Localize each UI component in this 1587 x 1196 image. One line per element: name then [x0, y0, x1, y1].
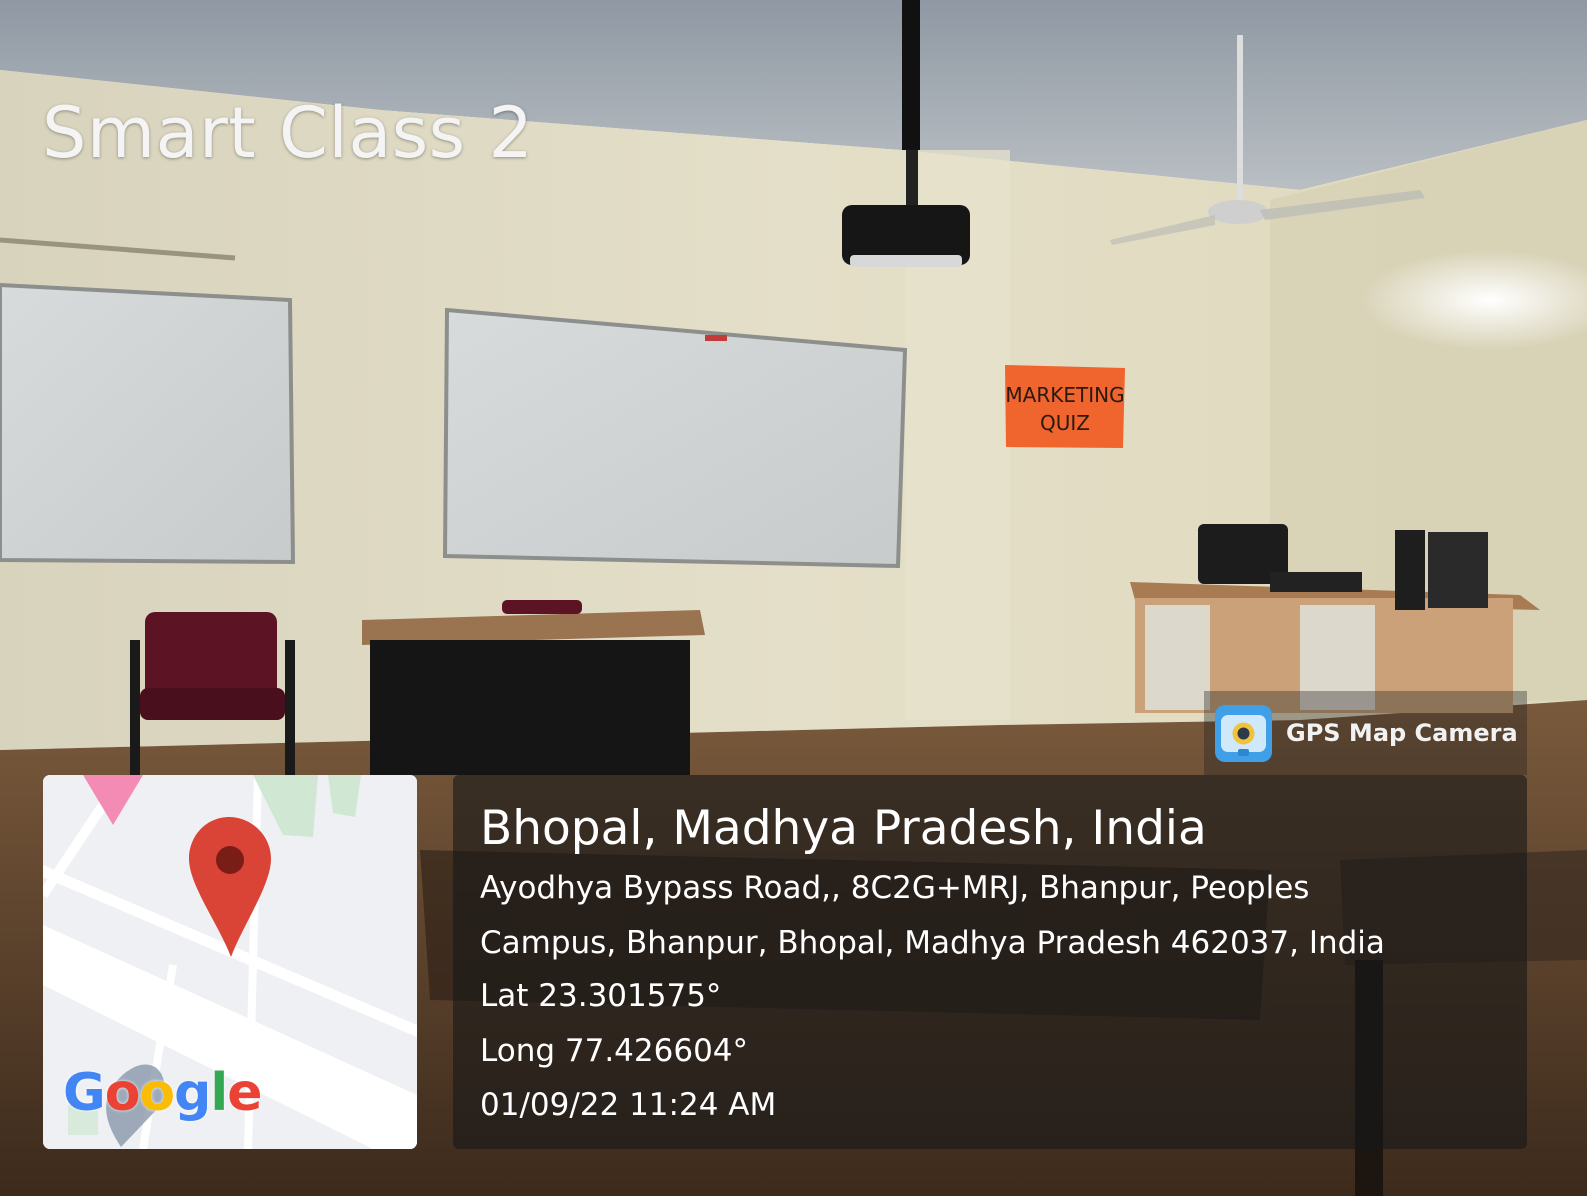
marketing-quiz-poster: MARKETING QUIZ [1005, 365, 1125, 448]
address-line-1: Ayodhya Bypass Road,, 8C2G+MRJ, Bhanpur,… [480, 870, 1310, 906]
svg-text:MARKETING: MARKETING [1005, 383, 1124, 407]
location-city: Bhopal, Madhya Pradesh, India [480, 801, 1207, 856]
longitude: Long 77.426604° [480, 1033, 749, 1069]
photo-title: Smart Class 2 [42, 92, 534, 174]
gps-map-camera-app-icon [1215, 704, 1272, 762]
location-map-thumbnail: Google [43, 775, 417, 1149]
latitude: Lat 23.301575° [480, 978, 722, 1014]
photo-frame: MARKETING QUIZ Smart Class 2 GPS Map Cam… [0, 0, 1587, 1196]
date-time: 01/09/22 11:24 AM [480, 1087, 777, 1123]
gps-map-camera-label: GPS Map Camera [1286, 719, 1518, 747]
location-info-panel: Bhopal, Madhya Pradesh, India Ayodhya By… [453, 775, 1527, 1149]
svg-text:QUIZ: QUIZ [1040, 411, 1090, 435]
gps-map-camera-badge: GPS Map Camera [1204, 691, 1527, 775]
google-logo: Google [63, 1063, 263, 1123]
address-line-2: Campus, Bhanpur, Bhopal, Madhya Pradesh … [480, 925, 1385, 961]
